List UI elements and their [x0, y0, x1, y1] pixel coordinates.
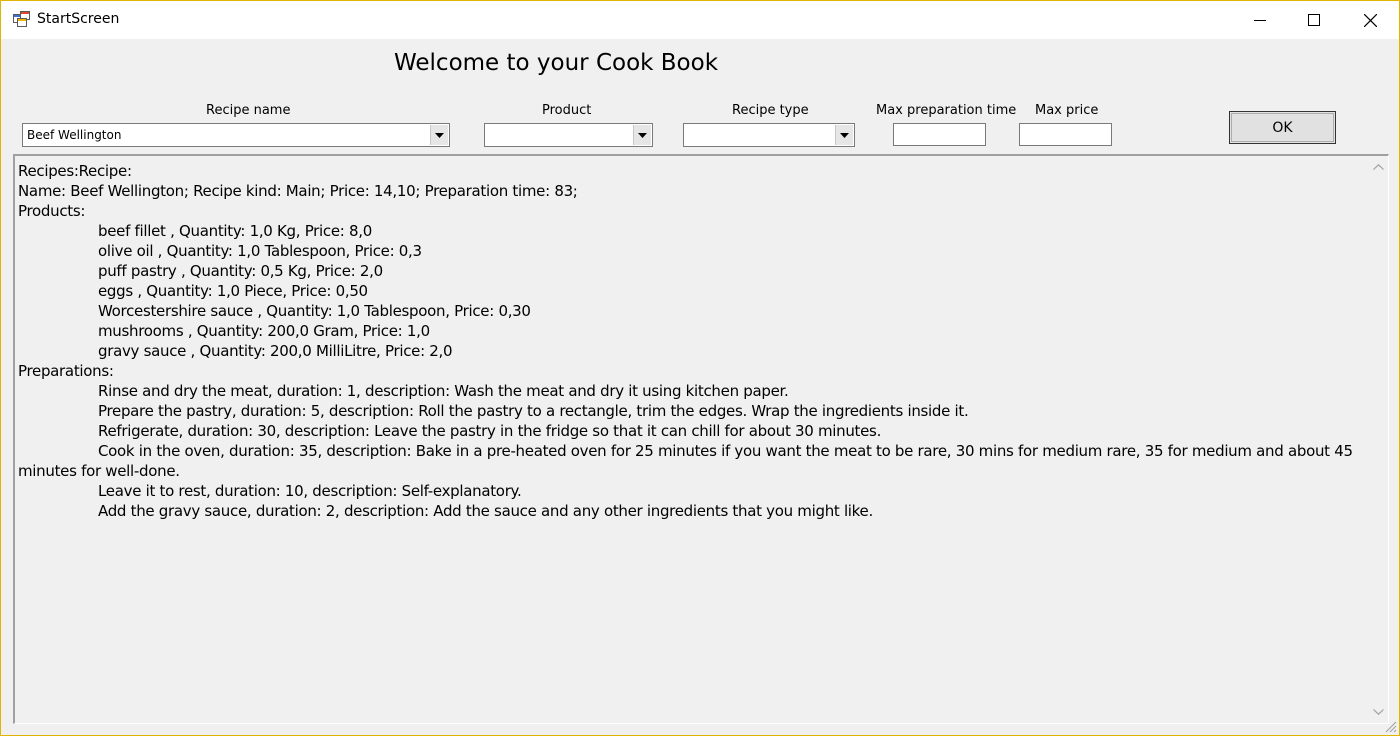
output-line: Add the gravy sauce, duration: 2, descri…	[98, 502, 873, 520]
chevron-down-icon	[638, 132, 647, 138]
output-line: Prepare the pastry, duration: 5, descrip…	[98, 402, 969, 420]
max-preparation-time-input[interactable]	[893, 123, 986, 146]
recipe-name-value: Beef Wellington	[27, 128, 122, 142]
output-line: mushrooms , Quantity: 200,0 Gram, Price:…	[98, 322, 430, 340]
output-line: gravy sauce , Quantity: 200,0 MilliLitre…	[98, 342, 453, 360]
app-form-icon	[13, 11, 30, 27]
output-line: Products:	[18, 202, 86, 220]
output-line: Preparations:	[18, 362, 114, 380]
title-bar[interactable]: StartScreen	[1, 1, 1399, 39]
minimize-button[interactable]	[1233, 1, 1287, 39]
max-price-input[interactable]	[1019, 123, 1112, 146]
product-dropdown-button[interactable]	[633, 125, 651, 145]
chevron-down-icon	[435, 132, 444, 138]
resize-grip-icon[interactable]	[1383, 719, 1397, 733]
recipe-output-text: Recipes:Recipe: Name: Beef Wellington; R…	[18, 161, 1363, 521]
product-label: Product	[542, 103, 592, 118]
output-line: beef fillet , Quantity: 1,0 Kg, Price: 8…	[98, 222, 372, 240]
minimize-icon	[1254, 20, 1266, 21]
output-line: Recipes:Recipe:	[18, 162, 132, 180]
output-line: Leave it to rest, duration: 10, descript…	[98, 482, 522, 500]
output-line: puff pastry , Quantity: 0,5 Kg, Price: 2…	[98, 262, 383, 280]
close-icon	[1363, 13, 1377, 27]
output-line: Refrigerate, duration: 30, description: …	[98, 422, 882, 440]
chevron-down-icon	[840, 132, 849, 138]
recipe-name-dropdown-button[interactable]	[430, 125, 448, 145]
recipe-name-dropdown[interactable]: Beef Wellington	[22, 123, 450, 147]
max-preparation-time-label: Max preparation time	[876, 103, 1017, 118]
maximize-icon	[1308, 14, 1320, 26]
scroll-up-button[interactable]	[1368, 158, 1388, 176]
recipe-type-dropdown-button[interactable]	[835, 125, 853, 145]
output-line: Cook in the oven, duration: 35, descript…	[18, 442, 1353, 480]
window-title: StartScreen	[37, 11, 120, 27]
close-button[interactable]	[1343, 1, 1397, 39]
max-price-label: Max price	[1035, 103, 1099, 118]
output-line: Name: Beef Wellington; Recipe kind: Main…	[18, 182, 578, 200]
ok-button[interactable]: OK	[1229, 111, 1336, 144]
output-line: Rinse and dry the meat, duration: 1, des…	[98, 382, 789, 400]
page-title: Welcome to your Cook Book	[394, 50, 719, 76]
output-line: Worcestershire sauce , Quantity: 1,0 Tab…	[98, 302, 531, 320]
output-line: olive oil , Quantity: 1,0 Tablespoon, Pr…	[98, 242, 422, 260]
maximize-button[interactable]	[1287, 1, 1341, 39]
scroll-up-icon	[1372, 164, 1384, 170]
product-dropdown[interactable]	[484, 123, 653, 147]
output-line: eggs , Quantity: 1,0 Piece, Price: 0,50	[98, 282, 368, 300]
app-window: StartScreen Welcome to your Cook Book Re…	[0, 0, 1400, 736]
scroll-down-icon	[1372, 709, 1384, 715]
recipe-name-label: Recipe name	[206, 103, 291, 118]
recipe-type-label: Recipe type	[732, 103, 809, 118]
vertical-scrollbar[interactable]	[1368, 156, 1388, 723]
recipe-output-textarea[interactable]: Recipes:Recipe: Name: Beef Wellington; R…	[13, 154, 1389, 724]
recipe-type-dropdown[interactable]	[683, 123, 855, 147]
